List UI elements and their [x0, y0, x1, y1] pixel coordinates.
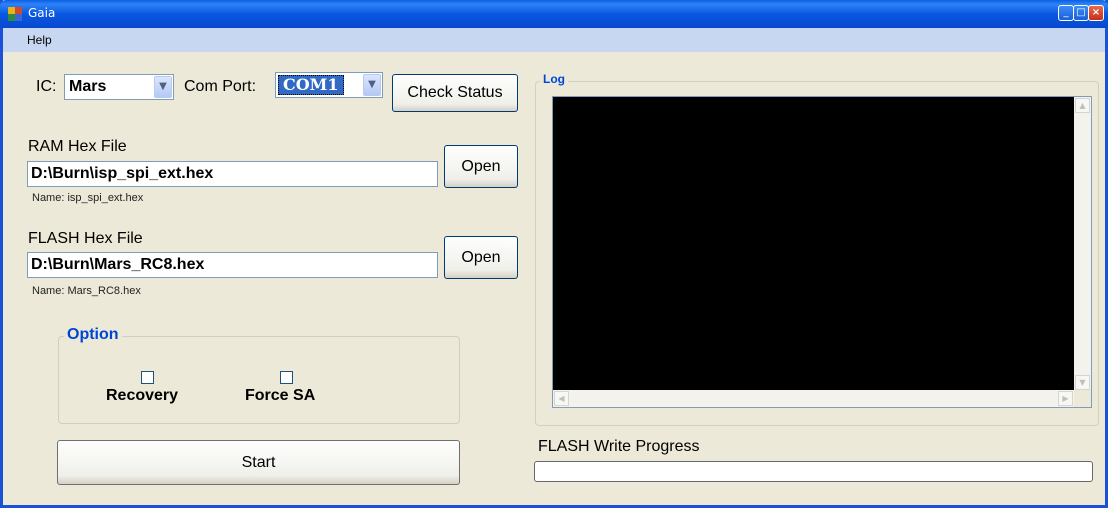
close-button[interactable]: ×: [1088, 5, 1104, 21]
recovery-checkbox[interactable]: [141, 371, 154, 384]
menu-help[interactable]: Help: [27, 33, 52, 47]
open-ram-label: Open: [461, 158, 501, 175]
force-sa-checkbox[interactable]: [280, 371, 293, 384]
option-group: [58, 336, 460, 424]
scroll-down-icon[interactable]: ▼: [1075, 375, 1090, 390]
window-title: Gaia: [28, 6, 56, 20]
ic-select[interactable]: Mars ▼: [64, 74, 174, 100]
open-ram-button[interactable]: Open: [444, 145, 518, 188]
minimize-button[interactable]: _: [1058, 5, 1074, 21]
ram-hex-path-field[interactable]: D:\Burn\isp_spi_ext.hex: [27, 161, 438, 187]
title-bar: Gaia _ □ ×: [0, 0, 1108, 28]
check-status-button[interactable]: Check Status: [392, 74, 518, 112]
start-button[interactable]: Start: [57, 440, 460, 485]
recovery-label: Recovery: [106, 387, 179, 404]
scroll-right-icon[interactable]: ▶: [1058, 391, 1073, 406]
log-horizontal-scrollbar[interactable]: ◀ ▶: [553, 390, 1074, 407]
com-port-label: Com Port:: [184, 78, 257, 95]
com-port-select[interactable]: COM1 ▼: [275, 72, 383, 98]
scroll-up-icon[interactable]: ▲: [1075, 98, 1090, 113]
flash-hex-label: FLASH Hex File: [28, 230, 143, 247]
flash-file-name: Name: Mars_RC8.hex: [32, 285, 141, 297]
force-sa-label: Force SA: [245, 387, 316, 404]
log-group-title: Log: [540, 72, 568, 86]
check-status-label: Check Status: [407, 84, 503, 101]
ram-file-name: Name: isp_spi_ext.hex: [32, 192, 144, 204]
app-icon: [8, 7, 22, 21]
flash-hex-path-field[interactable]: D:\Burn\Mars_RC8.hex: [27, 252, 438, 278]
option-group-title: Option: [64, 326, 122, 344]
com-port-select-value: COM1: [278, 75, 344, 95]
log-vertical-scrollbar[interactable]: ▲ ▼: [1074, 97, 1091, 391]
open-flash-label: Open: [461, 249, 501, 266]
ram-hex-label: RAM Hex File: [28, 138, 127, 155]
chevron-down-icon[interactable]: ▼: [363, 74, 381, 96]
flash-hex-path-value: D:\Burn\Mars_RC8.hex: [31, 256, 205, 273]
flash-write-progress-bar: [534, 461, 1093, 482]
flash-progress-label: FLASH Write Progress: [538, 438, 700, 455]
ram-hex-path-value: D:\Burn\isp_spi_ext.hex: [31, 165, 214, 182]
main-window: Gaia _ □ × Help IC: Mars ▼ Com Port: COM…: [0, 0, 1108, 508]
menu-bar: Help: [3, 28, 1105, 52]
ic-select-value: Mars: [69, 78, 107, 95]
scrollbar-corner: [1074, 390, 1091, 407]
maximize-button[interactable]: □: [1073, 5, 1089, 21]
log-output[interactable]: ▲ ▼ ◀ ▶: [552, 96, 1092, 408]
ic-label: IC:: [36, 78, 57, 95]
scroll-left-icon[interactable]: ◀: [554, 391, 569, 406]
chevron-down-icon[interactable]: ▼: [154, 76, 172, 98]
start-label: Start: [241, 454, 276, 471]
open-flash-button[interactable]: Open: [444, 236, 518, 279]
